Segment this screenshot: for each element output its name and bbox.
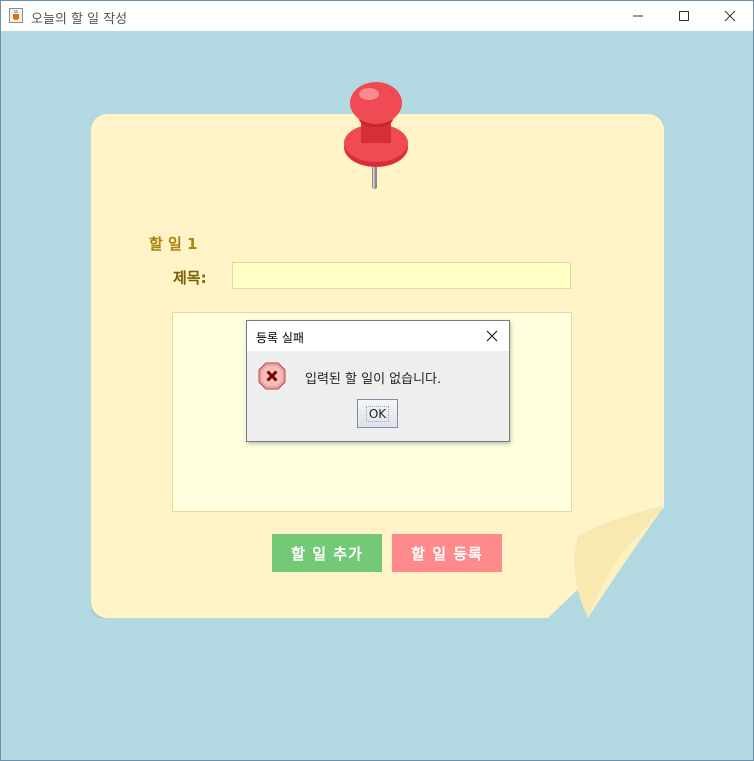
error-dialog: 등록 실패 입력된 할 일이 없습니다. OK: [246, 320, 510, 442]
app-window: 오늘의 할 일 작성 할 일 1 제목: 할 일 추가 할 일 등록 등록 실패: [0, 0, 754, 761]
title-input[interactable]: [232, 262, 571, 289]
window-title: 오늘의 할 일 작성: [31, 12, 128, 27]
title-label: 제목:: [173, 269, 207, 287]
error-icon: [258, 362, 286, 390]
add-todo-button[interactable]: 할 일 추가: [272, 534, 382, 572]
todo-section-label: 할 일 1: [149, 235, 198, 253]
minimize-button[interactable]: [615, 1, 661, 31]
page-curl-decoration: [548, 506, 663, 618]
pushpin-icon: [344, 82, 408, 189]
ok-button[interactable]: OK: [357, 399, 398, 428]
close-icon: [724, 10, 736, 22]
close-icon: [486, 330, 498, 342]
dialog-message: 입력된 할 일이 없습니다.: [305, 372, 442, 387]
java-cup-icon: [9, 8, 23, 23]
dialog-title: 등록 실패: [256, 331, 304, 345]
maximize-button[interactable]: [661, 1, 707, 31]
close-button[interactable]: [707, 1, 753, 31]
window-titlebar[interactable]: 오늘의 할 일 작성: [1, 1, 753, 31]
dialog-titlebar[interactable]: 등록 실패: [247, 321, 509, 351]
minimize-icon: [633, 15, 643, 17]
dialog-close-button[interactable]: [483, 327, 501, 345]
maximize-icon: [679, 11, 689, 21]
submit-todo-button[interactable]: 할 일 등록: [392, 534, 502, 572]
ok-button-label: OK: [365, 405, 390, 422]
